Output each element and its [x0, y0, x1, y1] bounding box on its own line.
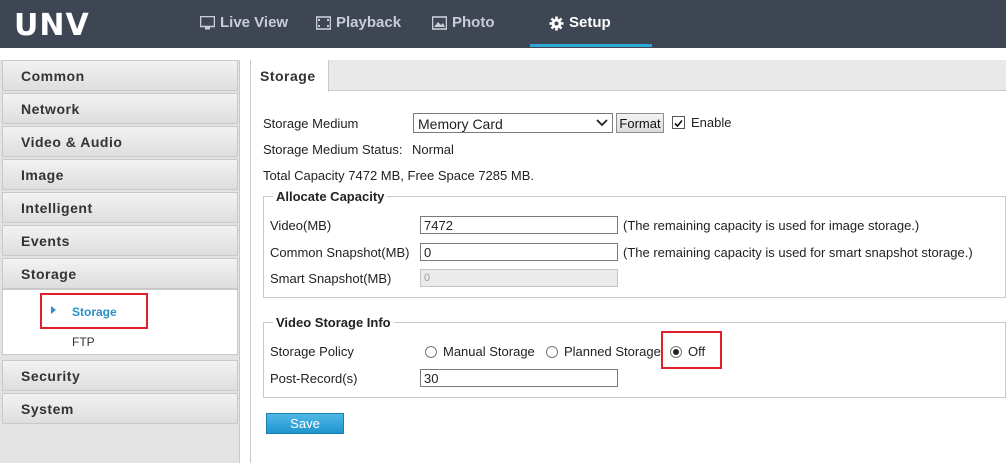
common-snapshot-note: (The remaining capacity is used for smar… [623, 245, 973, 260]
enable-label: Enable [691, 115, 732, 130]
medium-status-value: Normal [412, 142, 454, 157]
video-mb-input[interactable] [420, 216, 618, 234]
smart-snapshot-input [420, 269, 618, 287]
radio-planned-storage[interactable] [546, 346, 558, 358]
tab-bar [250, 60, 1006, 91]
monitor-icon [200, 16, 215, 30]
storage-medium-select[interactable]: Memory Card [413, 113, 613, 133]
video-mb-note: (The remaining capacity is used for imag… [623, 218, 920, 233]
planned-storage-label: Planned Storage [564, 344, 661, 359]
common-snapshot-input[interactable] [420, 243, 618, 261]
sidebar-item-label: Network [21, 101, 80, 117]
nav-setup-label: Setup [569, 14, 611, 31]
sidebar-item-label: Events [21, 233, 70, 249]
nav-playback-label: Playback [336, 14, 402, 31]
video-mb-label: Video(MB) [270, 218, 332, 233]
sidebar-item-image[interactable]: Image [2, 159, 238, 190]
checkmark-icon [674, 119, 683, 128]
chevron-down-icon [596, 119, 608, 127]
sidebar-item-network[interactable]: Network [2, 93, 238, 124]
sidebar-item-label: Security [21, 368, 81, 384]
allocate-capacity-legend: Allocate Capacity [273, 189, 388, 204]
storage-policy-label: Storage Policy [270, 344, 354, 359]
sidebar-item-security[interactable]: Security [2, 360, 238, 391]
post-record-label: Post-Record(s) [270, 371, 358, 386]
enable-checkbox[interactable] [672, 116, 685, 129]
highlight-box-off-option [661, 331, 722, 369]
nav-live-view-label: Live View [220, 14, 289, 31]
sidebar-item-label: Video & Audio [21, 134, 123, 150]
sidebar-item-label: Storage [21, 266, 77, 282]
brand-logo: UNV [14, 8, 90, 43]
post-record-input[interactable] [420, 369, 618, 387]
video-storage-info-legend: Video Storage Info [273, 315, 394, 330]
smart-snapshot-label: Smart Snapshot(MB) [270, 271, 392, 286]
sidebar-item-system[interactable]: System [2, 393, 238, 424]
capacity-summary: Total Capacity 7472 MB, Free Space 7285 … [263, 168, 534, 183]
top-navigation-bar: UNV Live View Playback Photo Setup [0, 0, 1006, 48]
storage-medium-value: Memory Card [418, 116, 503, 132]
radio-manual-storage[interactable] [425, 346, 437, 358]
sidebar-item-label: Intelligent [21, 200, 93, 216]
storage-medium-label: Storage Medium [263, 116, 359, 131]
sidebar-item-video-audio[interactable]: Video & Audio [2, 126, 238, 157]
sidebar-item-storage[interactable]: Storage [2, 258, 238, 289]
sidebar-item-events[interactable]: Events [2, 225, 238, 256]
film-icon [316, 16, 331, 30]
image-icon [432, 16, 447, 30]
sidebar-item-label: Common [21, 68, 85, 84]
common-snapshot-label: Common Snapshot(MB) [270, 245, 410, 260]
manual-storage-label: Manual Storage [443, 344, 535, 359]
sidebar-item-common[interactable]: Common [2, 60, 238, 91]
sidebar-item-label: Image [21, 167, 64, 183]
gear-icon [549, 16, 564, 31]
sidebar-item-label: System [21, 401, 74, 417]
highlight-box-storage-submenu [40, 293, 148, 329]
medium-status-label: Storage Medium Status: [263, 142, 403, 157]
save-button[interactable]: Save [266, 413, 344, 434]
format-button[interactable]: Format [616, 113, 664, 133]
nav-photo-label: Photo [452, 14, 495, 31]
submenu-item-ftp[interactable]: FTP [72, 335, 95, 349]
sidebar-item-intelligent[interactable]: Intelligent [2, 192, 238, 223]
active-tab-underline [530, 44, 652, 47]
video-storage-info-group [263, 322, 1006, 398]
tab-storage-label: Storage [260, 68, 316, 84]
tab-storage[interactable]: Storage [250, 60, 329, 92]
